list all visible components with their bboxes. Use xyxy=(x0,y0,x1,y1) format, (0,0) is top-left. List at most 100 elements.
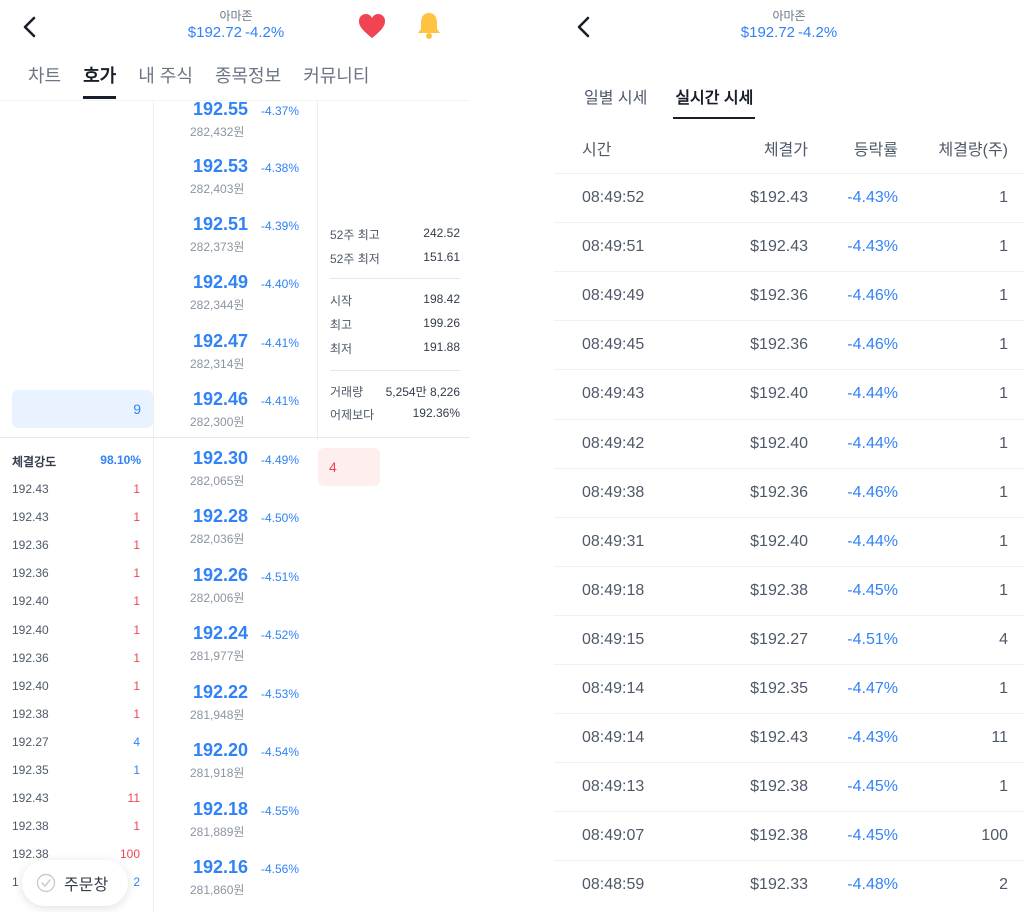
execution-qty: 4 xyxy=(133,734,140,749)
orderbook-row[interactable]: 192.55 -4.37% 282,432원 xyxy=(153,99,317,157)
orderbook-row[interactable]: 192.30 -4.49% 282,065원 xyxy=(153,448,317,506)
orderbook-row[interactable]: 192.28 -4.50% 282,036원 xyxy=(153,506,317,564)
execution-qty: 1 xyxy=(133,819,140,834)
row-rate: -4.45% xyxy=(847,827,898,845)
row-time: 08:49:31 xyxy=(582,532,645,550)
row-volume: 1 xyxy=(999,532,1008,550)
orderbook-row[interactable]: 192.46 -4.41% 282,300원 xyxy=(153,389,317,447)
row-volume: 1 xyxy=(999,434,1008,452)
price-value: $192.72 xyxy=(740,24,796,41)
execution-qty: 1 xyxy=(133,650,140,665)
stock-price: $192.72 -4.2% xyxy=(136,24,336,41)
execution-qty: 1 xyxy=(133,763,140,777)
realtime-price-screen: 아마존 $192.72 -4.2% 일별 시세 실시간 시세 시간 체결가 등락률 … xyxy=(554,0,1024,912)
orderbook-price: 192.24 xyxy=(193,623,249,643)
orderbook-row[interactable]: 192.49 -4.40% 282,344원 xyxy=(153,272,317,330)
row-rate: -4.46% xyxy=(847,483,898,501)
orderbook-price: 192.47 xyxy=(193,331,249,351)
execution-qty: 1 xyxy=(133,566,140,581)
orderbook-price: 192.18 xyxy=(193,799,249,819)
orderbook-krw: 282,403원 xyxy=(190,182,245,196)
row-volume: 1 xyxy=(999,189,1008,206)
orderbook-price: 192.53 xyxy=(193,156,249,176)
row-price: $192.36 xyxy=(750,287,808,305)
row-rate: -4.44% xyxy=(847,532,898,550)
tab-item[interactable]: 내 주식 xyxy=(138,62,193,98)
execution-row: 192.43 1 xyxy=(12,510,140,524)
strength-value: 98.10% xyxy=(100,453,141,467)
orderbook-change: -4.52% xyxy=(261,628,300,642)
row-volume: 11 xyxy=(991,729,1008,747)
row-volume: 100 xyxy=(981,827,1008,845)
order-window-button[interactable]: 주문창 xyxy=(22,860,128,906)
row-price: $192.40 xyxy=(750,434,808,452)
row-rate: -4.44% xyxy=(847,434,898,452)
execution-price: 192.43 xyxy=(12,791,49,806)
stat-value: 192.36% xyxy=(412,406,460,420)
alarm-button[interactable] xyxy=(414,10,444,40)
orderbook-krw: 281,918원 xyxy=(190,766,245,780)
price-change: -4.2% xyxy=(245,24,285,41)
table-row: 08:49:43 $192.40 -4.44% 1 xyxy=(554,369,1024,418)
stat-label: 최고 xyxy=(330,318,353,332)
tab-item[interactable]: 차트 xyxy=(28,62,61,98)
table-row: 08:49:15 $192.27 -4.51% 4 xyxy=(554,614,1024,664)
row-rate: -4.43% xyxy=(847,238,898,256)
orderbook-row[interactable]: 192.22 -4.53% 281,948원 xyxy=(153,682,317,740)
back-button[interactable] xyxy=(14,10,44,44)
tab-item[interactable]: 호가 xyxy=(83,62,117,99)
tab-item[interactable]: 커뮤니티 xyxy=(303,62,369,98)
stock-name: 아마존 xyxy=(772,9,806,23)
stat-row: 최저 191.88 xyxy=(330,340,460,357)
execution-price: 192.36 xyxy=(12,650,49,665)
orderbook-change: -4.37% xyxy=(261,104,300,118)
orderbook-krw: 282,065원 xyxy=(190,474,245,488)
row-price: $192.40 xyxy=(750,385,808,403)
orderbook-row[interactable]: 192.24 -4.52% 281,977원 xyxy=(153,623,317,681)
back-button[interactable] xyxy=(568,10,598,44)
orderbook-krw: 281,889원 xyxy=(190,825,245,839)
tab-item[interactable]: 일별 시세 xyxy=(584,84,647,120)
execution-qty: 1 xyxy=(133,622,140,637)
orderbook-krw: 282,373원 xyxy=(190,240,245,254)
row-price: $192.38 xyxy=(750,778,808,796)
execution-row: 192.36 1 xyxy=(12,651,140,665)
orderbook-price: 192.30 xyxy=(193,448,249,468)
stock-tabs: 차트 호가 내 주식 종목정보 커뮤니티 xyxy=(28,62,391,99)
favorite-button[interactable] xyxy=(357,12,387,40)
row-rate: -4.48% xyxy=(847,876,898,894)
row-time: 08:49:49 xyxy=(582,287,645,305)
stat-row: 52주 최저 151.61 xyxy=(330,250,460,267)
orderbook-change: -4.41% xyxy=(261,336,300,350)
row-rate: -4.46% xyxy=(847,336,898,354)
orderbook-change: -4.56% xyxy=(261,862,300,876)
orderbook-row[interactable]: 192.20 -4.54% 281,918원 xyxy=(153,740,317,798)
orderbook-row[interactable]: 192.47 -4.41% 282,314원 xyxy=(153,331,317,389)
row-time: 08:49:42 xyxy=(582,434,645,452)
row-rate: -4.44% xyxy=(847,385,898,403)
stats-divider xyxy=(330,370,460,371)
orderbook-row[interactable]: 192.26 -4.51% 282,006원 xyxy=(153,565,317,623)
execution-strength: 체결강도 98.10% xyxy=(12,453,141,470)
table-row: 08:49:49 $192.36 -4.46% 1 xyxy=(554,271,1024,320)
execution-row: 192.40 1 xyxy=(12,679,140,693)
execution-row: 192.36 1 xyxy=(12,538,140,552)
tab-item[interactable]: 종목정보 xyxy=(215,62,281,98)
orderbook-row[interactable]: 192.18 -4.55% 281,889원 xyxy=(153,799,317,857)
table-row: 08:49:18 $192.38 -4.45% 1 xyxy=(554,565,1024,615)
row-rate: -4.47% xyxy=(847,680,898,697)
orderbook-row[interactable]: 192.51 -4.39% 282,373원 xyxy=(153,214,317,272)
orderbook-row[interactable]: 192.53 -4.38% 282,403원 xyxy=(153,156,317,214)
orderbook-row[interactable]: 192.16 -4.56% 281,860원 xyxy=(153,857,317,912)
execution-qty: 11 xyxy=(127,791,140,806)
tab-item[interactable]: 실시간 시세 xyxy=(673,84,756,120)
stat-label: 52주 최고 xyxy=(330,228,380,242)
column-time: 시간 xyxy=(582,142,612,159)
row-time: 08:49:18 xyxy=(582,581,645,599)
table-row: 08:49:13 $192.38 -4.45% 1 xyxy=(554,762,1024,811)
row-time: 08:49:38 xyxy=(582,483,645,501)
row-volume: 4 xyxy=(999,630,1008,648)
table-row: 08:49:51 $192.43 -4.43% 1 xyxy=(554,222,1024,271)
orderbook-price: 192.49 xyxy=(193,272,249,292)
orderbook-price: 192.20 xyxy=(193,740,249,760)
